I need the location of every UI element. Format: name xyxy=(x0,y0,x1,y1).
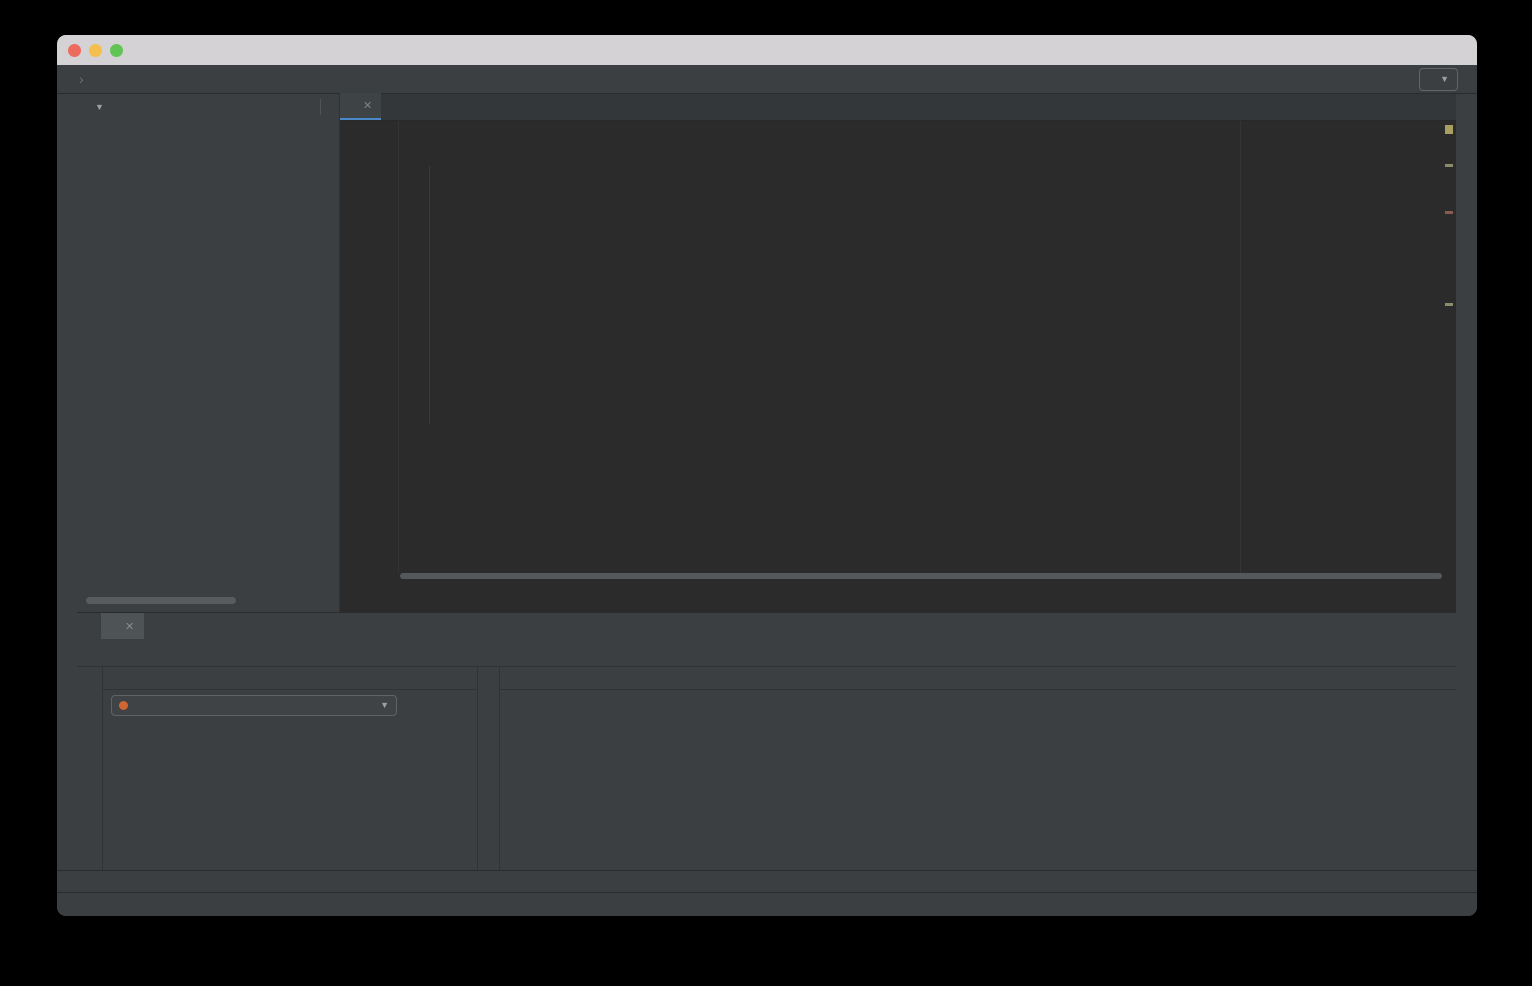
tool-window-bottom-bar xyxy=(57,870,1477,892)
debug-header: ✕ xyxy=(77,613,1456,639)
debug-tool-window: ✕ xyxy=(77,612,1456,870)
minimize-window-button[interactable] xyxy=(89,44,102,57)
watches-toolbar xyxy=(478,667,500,870)
thread-select[interactable]: ▼ xyxy=(111,695,397,716)
debug-side-toolbar xyxy=(77,667,103,870)
breadcrumb: › xyxy=(67,71,96,87)
frame-list xyxy=(103,720,477,870)
close-tab-icon[interactable]: ✕ xyxy=(363,99,372,112)
right-tool-window-bar xyxy=(1455,94,1477,870)
error-stripe[interactable] xyxy=(1442,121,1456,573)
project-tree xyxy=(77,120,339,123)
pycharm-window: › ▼ xyxy=(57,35,1477,916)
code-area[interactable] xyxy=(340,121,1456,573)
tool-window-button-structure[interactable] xyxy=(57,684,77,688)
debug-toolbar xyxy=(77,639,1456,667)
tool-window-button-project[interactable] xyxy=(57,102,77,106)
chevron-down-icon: ▼ xyxy=(380,700,389,710)
debug-session-tab[interactable]: ✕ xyxy=(101,613,144,639)
frames-panel: ▼ xyxy=(103,667,478,870)
frames-header xyxy=(103,667,477,690)
close-session-icon[interactable]: ✕ xyxy=(125,620,134,633)
close-window-button[interactable] xyxy=(68,44,81,57)
chevron-down-icon[interactable]: ▼ xyxy=(95,102,104,112)
zoom-window-button[interactable] xyxy=(110,44,123,57)
breadcrumb-separator-icon: › xyxy=(79,71,84,87)
warning-stripe-mark[interactable] xyxy=(1445,303,1453,306)
inspection-indicator[interactable] xyxy=(1445,125,1453,134)
gutter-divider xyxy=(398,121,399,573)
tool-window-button-favorites[interactable] xyxy=(57,782,77,786)
window-controls xyxy=(68,44,123,57)
variables-panel xyxy=(500,667,1456,870)
indent-guide xyxy=(429,166,430,424)
titlebar xyxy=(57,35,1477,65)
status-bar xyxy=(57,892,1477,916)
tool-window-button-database[interactable] xyxy=(1456,189,1477,193)
thread-selector-row: ▼ xyxy=(103,690,477,720)
chevron-down-icon: ▼ xyxy=(1440,74,1449,84)
editor-tab-bar: ✕ xyxy=(340,94,1456,121)
horizontal-scrollbar[interactable] xyxy=(86,597,236,604)
run-configuration-select[interactable]: ▼ xyxy=(1419,68,1458,91)
warning-stripe-mark[interactable] xyxy=(1445,164,1453,167)
navigation-bar: › ▼ xyxy=(57,65,1477,94)
tool-window-button-sciview[interactable] xyxy=(1456,104,1477,108)
horizontal-scrollbar[interactable] xyxy=(400,573,1442,579)
right-margin-guide xyxy=(1240,121,1241,573)
project-panel: ▼ xyxy=(77,94,340,612)
left-tool-window-bar xyxy=(57,94,78,870)
editor-tab-handler[interactable]: ✕ xyxy=(340,93,381,120)
variables-header xyxy=(500,667,1456,690)
variable-list xyxy=(500,690,1456,695)
thread-status-icon xyxy=(119,701,128,710)
stripe-mark[interactable] xyxy=(1445,211,1453,214)
editor: ✕ xyxy=(340,94,1456,612)
project-panel-header: ▼ xyxy=(77,94,339,120)
